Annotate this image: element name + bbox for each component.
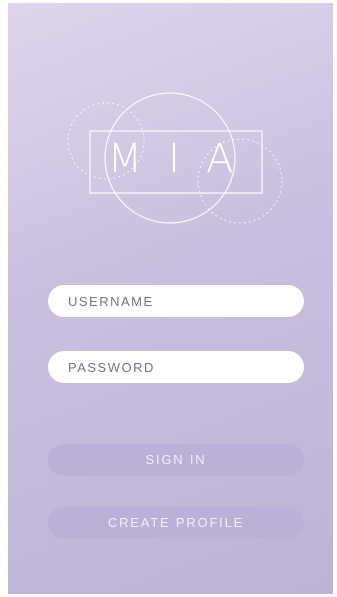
login-screen: MIA SIGN IN CREATE PROFILE bbox=[8, 3, 333, 594]
sign-in-button[interactable]: SIGN IN bbox=[48, 444, 304, 476]
username-input[interactable] bbox=[48, 285, 304, 317]
logo-emblem-graphic bbox=[67, 92, 283, 224]
create-profile-button[interactable]: CREATE PROFILE bbox=[48, 507, 304, 539]
logo-wordmark: MIA bbox=[107, 136, 260, 182]
app-logo: MIA bbox=[8, 3, 333, 263]
password-input[interactable] bbox=[48, 351, 304, 383]
